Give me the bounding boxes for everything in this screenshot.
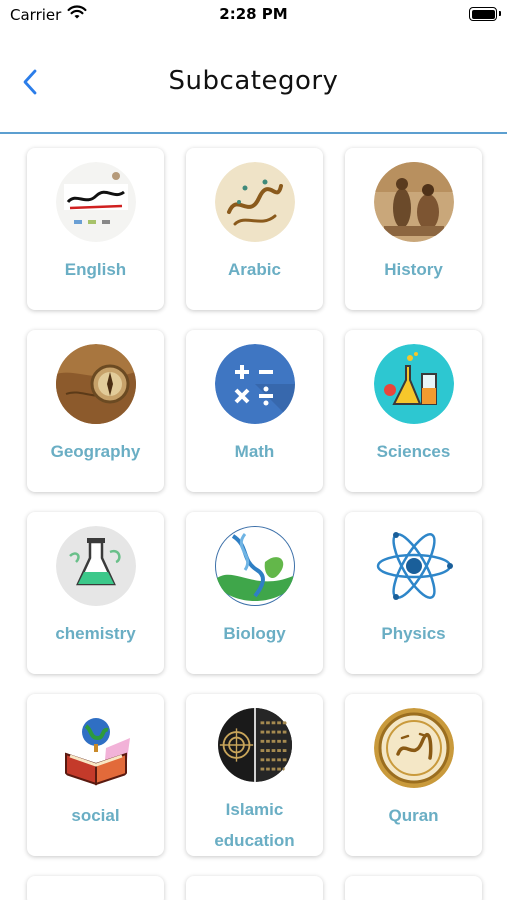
lab-flasks-icon <box>373 344 454 424</box>
subcategory-label: English <box>64 260 127 279</box>
quran-icon <box>373 708 454 788</box>
subcategory-card-biology[interactable]: Biology <box>186 512 323 674</box>
subcategory-card-arabic[interactable]: Arabic <box>186 148 323 310</box>
subcategory-card-physics[interactable]: Physics <box>345 512 482 674</box>
subcategory-label: Sciences <box>376 442 451 461</box>
subcategory-card-islamic-education[interactable]: Islamic education <box>186 694 323 856</box>
battery-icon <box>469 7 497 21</box>
subcategory-card-quran[interactable]: Quran <box>345 694 482 856</box>
atom-icon <box>373 526 454 606</box>
chemistry-flask-icon <box>55 526 136 606</box>
subcategory-card-partial[interactable] <box>345 876 482 900</box>
globe-book-icon <box>55 708 136 788</box>
battery-fill <box>471 9 495 19</box>
subcategory-grid: English Arabic History Geography Math Sc… <box>27 148 482 900</box>
nav-bar: Subcategory <box>0 40 507 134</box>
subcategory-card-partial[interactable] <box>186 876 323 900</box>
subcategory-label: Islamic education <box>214 800 295 850</box>
subcategory-card-english[interactable]: English <box>27 148 164 310</box>
subcategory-label: Biology <box>223 624 286 643</box>
subcategory-card-partial[interactable] <box>27 876 164 900</box>
subcategory-card-history[interactable]: History <box>345 148 482 310</box>
english-icon <box>55 162 136 242</box>
subcategory-card-math[interactable]: Math <box>186 330 323 492</box>
battery-tip <box>499 11 501 16</box>
dna-leaf-icon <box>214 526 295 606</box>
islamic-pattern-icon <box>217 708 292 782</box>
subcategory-label: Quran <box>388 806 439 825</box>
page-title: Subcategory <box>168 66 339 96</box>
subcategory-label: History <box>384 260 443 279</box>
subcategory-label: Arabic <box>228 260 281 279</box>
compass-map-icon <box>55 344 136 424</box>
subcategory-label: Geography <box>50 442 141 461</box>
status-bar: Carrier 2:28 PM <box>0 0 507 30</box>
math-operators-icon <box>214 344 295 424</box>
arabic-calligraphy-icon <box>214 162 295 242</box>
subcategory-label: social <box>71 806 120 825</box>
subcategory-card-social[interactable]: social <box>27 694 164 856</box>
subcategory-label: Physics <box>381 624 446 643</box>
subcategory-card-chemistry[interactable]: chemistry <box>27 512 164 674</box>
status-time: 2:28 PM <box>219 5 288 23</box>
subcategory-label: Math <box>234 442 275 461</box>
subcategory-card-geography[interactable]: Geography <box>27 330 164 492</box>
subcategory-label: chemistry <box>55 624 136 643</box>
history-painting-icon <box>373 162 454 242</box>
screen: Carrier 2:28 PM Subcategory English Arab… <box>0 0 507 900</box>
subcategory-card-sciences[interactable]: Sciences <box>345 330 482 492</box>
